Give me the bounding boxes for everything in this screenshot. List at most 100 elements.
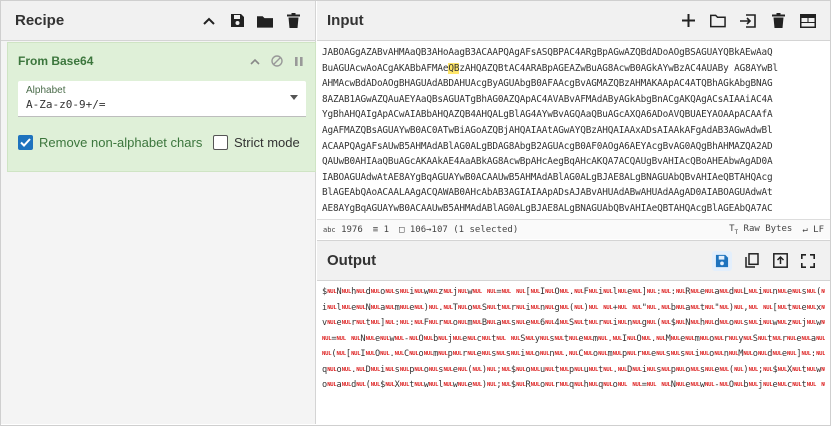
nul-marker: NUL	[559, 382, 570, 388]
layout-icon[interactable]	[800, 13, 816, 29]
nul-marker: NUL	[705, 289, 715, 295]
raw-bytes-label: Raw Bytes	[743, 223, 793, 234]
nul-marker: NUL	[675, 382, 686, 388]
strict-mode-checkbox[interactable]	[213, 135, 228, 150]
nul-marker: NUL	[351, 335, 361, 342]
selection-value: 106→107 (1 selected)	[409, 224, 519, 235]
output-line: NUL=NUL NULNNULeNULwNUL-NULONULbNULjNULe…	[322, 333, 825, 344]
nul-marker: NUL	[545, 382, 555, 388]
chevron-up-icon[interactable]	[249, 55, 261, 67]
nul-marker: NUL	[627, 335, 637, 342]
nul-marker: NUL	[792, 289, 802, 295]
nul-marker: NUL	[787, 335, 797, 342]
nul-marker: NUL	[341, 366, 352, 373]
output-textarea[interactable]: $NULNNULhNULdNULoNULsNULiNULwNULzNULjNUL…	[317, 282, 830, 424]
nul-marker: NUL	[545, 366, 555, 373]
input-line: IABOAGUAdwAtAE8AYgBqAGUAYwB0ACAAUwB5AHMA…	[322, 171, 773, 183]
from-base64-operation[interactable]: From Base64 Alphabet A-Za-z0-9+/= Remove…	[7, 42, 316, 172]
nul-marker: NUL	[501, 382, 512, 388]
nul-marker: NUL	[457, 382, 468, 388]
nul-marker: NUL	[530, 304, 541, 311]
nul-marker: NUL	[641, 351, 652, 357]
nul-marker: NUL	[414, 366, 424, 373]
alphabet-select[interactable]: Alphabet A-Za-z0-9+/=	[18, 81, 306, 117]
nul-marker: NUL	[806, 289, 817, 295]
nul-marker: NUL	[559, 366, 570, 373]
nul-marker: NUL	[743, 335, 753, 342]
nul-marker: NUL	[428, 382, 439, 388]
nul-marker: NUL	[370, 304, 381, 311]
nul-marker: NUL	[603, 382, 613, 388]
nul-marker: NUL	[336, 335, 347, 342]
nul-marker: NUL	[438, 351, 448, 357]
nul-marker: NUL	[516, 382, 526, 388]
nul-marker: NUL	[356, 382, 366, 388]
nul-marker: NUL	[443, 366, 453, 373]
input-header: Input	[317, 1, 830, 41]
nul-marker: NUL	[670, 335, 681, 342]
nul-marker: NUL	[821, 320, 825, 326]
nul-marker: NUL	[399, 289, 410, 295]
nul-marker: NUL	[327, 382, 337, 388]
output-line: $NULNNULhNULdNULoNULsNULiNULwNULzNULjNUL…	[322, 285, 825, 301]
nul-marker: NUL	[719, 366, 730, 373]
folder-open-icon[interactable]	[710, 13, 726, 29]
plus-icon[interactable]	[680, 13, 696, 29]
raw-bytes-button[interactable]: TT Raw Bytes	[729, 224, 792, 236]
replace-input-icon[interactable]	[772, 253, 788, 269]
nul-marker: NUL	[583, 335, 594, 342]
strict-mode-option[interactable]: Strict mode	[213, 135, 300, 150]
nul-marker: NUL	[510, 351, 521, 357]
trash-icon[interactable]	[285, 13, 301, 29]
recipe-panel: Recipe From Base64 Alphabet A-Za-z0-9+/=…	[1, 1, 316, 424]
nul-marker: NUL	[588, 304, 599, 311]
folder-icon[interactable]	[257, 13, 273, 29]
chevron-up-icon[interactable]	[201, 13, 217, 29]
trash-icon[interactable]	[770, 13, 786, 29]
eol-button[interactable]: ↵ LF	[802, 225, 824, 235]
nul-marker: NUL	[646, 304, 657, 311]
nul-marker: NUL	[685, 335, 695, 342]
nul-marker: NUL	[559, 289, 570, 295]
nul-marker: NUL	[821, 382, 825, 388]
nul-marker: NUL	[545, 320, 555, 326]
input-title: Input	[327, 12, 364, 29]
nul-marker: NUL	[496, 335, 506, 342]
remove-non-alphabet-checkbox[interactable]	[18, 135, 33, 150]
nul-marker: NUL	[472, 366, 483, 373]
save-icon[interactable]	[229, 13, 245, 29]
output-line: qNULoNUL.NULDNULiNULsNULpNULoNULsNULeNUL…	[322, 363, 825, 379]
nul-marker: NUL	[632, 304, 642, 311]
nul-marker: NUL	[569, 351, 579, 357]
nul-marker: NUL	[409, 335, 419, 342]
nul-marker: NUL	[457, 304, 468, 311]
selection-indicator: □ 106→107 (1 selected)	[399, 224, 519, 235]
save-icon[interactable]	[712, 250, 732, 271]
nul-marker: NUL	[327, 320, 337, 326]
nul-marker: NUL	[632, 382, 642, 388]
nul-marker: NUL	[380, 351, 390, 357]
operation-title: From Base64	[18, 54, 94, 68]
pause-icon[interactable]	[293, 55, 305, 67]
nul-marker: NUL	[457, 320, 468, 326]
nul-marker: NUL	[559, 304, 570, 311]
nul-marker: NUL	[487, 304, 497, 311]
nul-marker: NUL	[714, 335, 724, 342]
nul-marker: NUL	[690, 320, 700, 326]
import-icon[interactable]	[740, 13, 756, 29]
nul-marker: NUL	[792, 304, 802, 311]
nul-marker: NUL	[734, 289, 744, 295]
nul-marker: NUL	[772, 351, 782, 357]
disable-icon[interactable]	[271, 55, 283, 67]
nul-marker: NUL	[530, 382, 541, 388]
input-textarea[interactable]: JABOAGgAZABvAHMAaQB3AHoAagB3ACAAPQAgAFsA…	[317, 42, 830, 218]
nul-marker: NUL	[487, 366, 497, 373]
nul-marker: NUL	[685, 351, 695, 357]
nul-marker: NUL	[457, 289, 468, 295]
nul-marker: NUL	[443, 320, 453, 326]
maximize-icon[interactable]	[800, 253, 816, 269]
copy-icon[interactable]	[744, 253, 760, 269]
input-line: QAUwB0AHIAaQBuAGcAKAAkAE4AaABkAG8AcwBpAH…	[322, 156, 773, 168]
remove-non-alphabet-option[interactable]: Remove non-alphabet chars	[18, 135, 202, 150]
nul-marker: NUL	[588, 382, 599, 388]
